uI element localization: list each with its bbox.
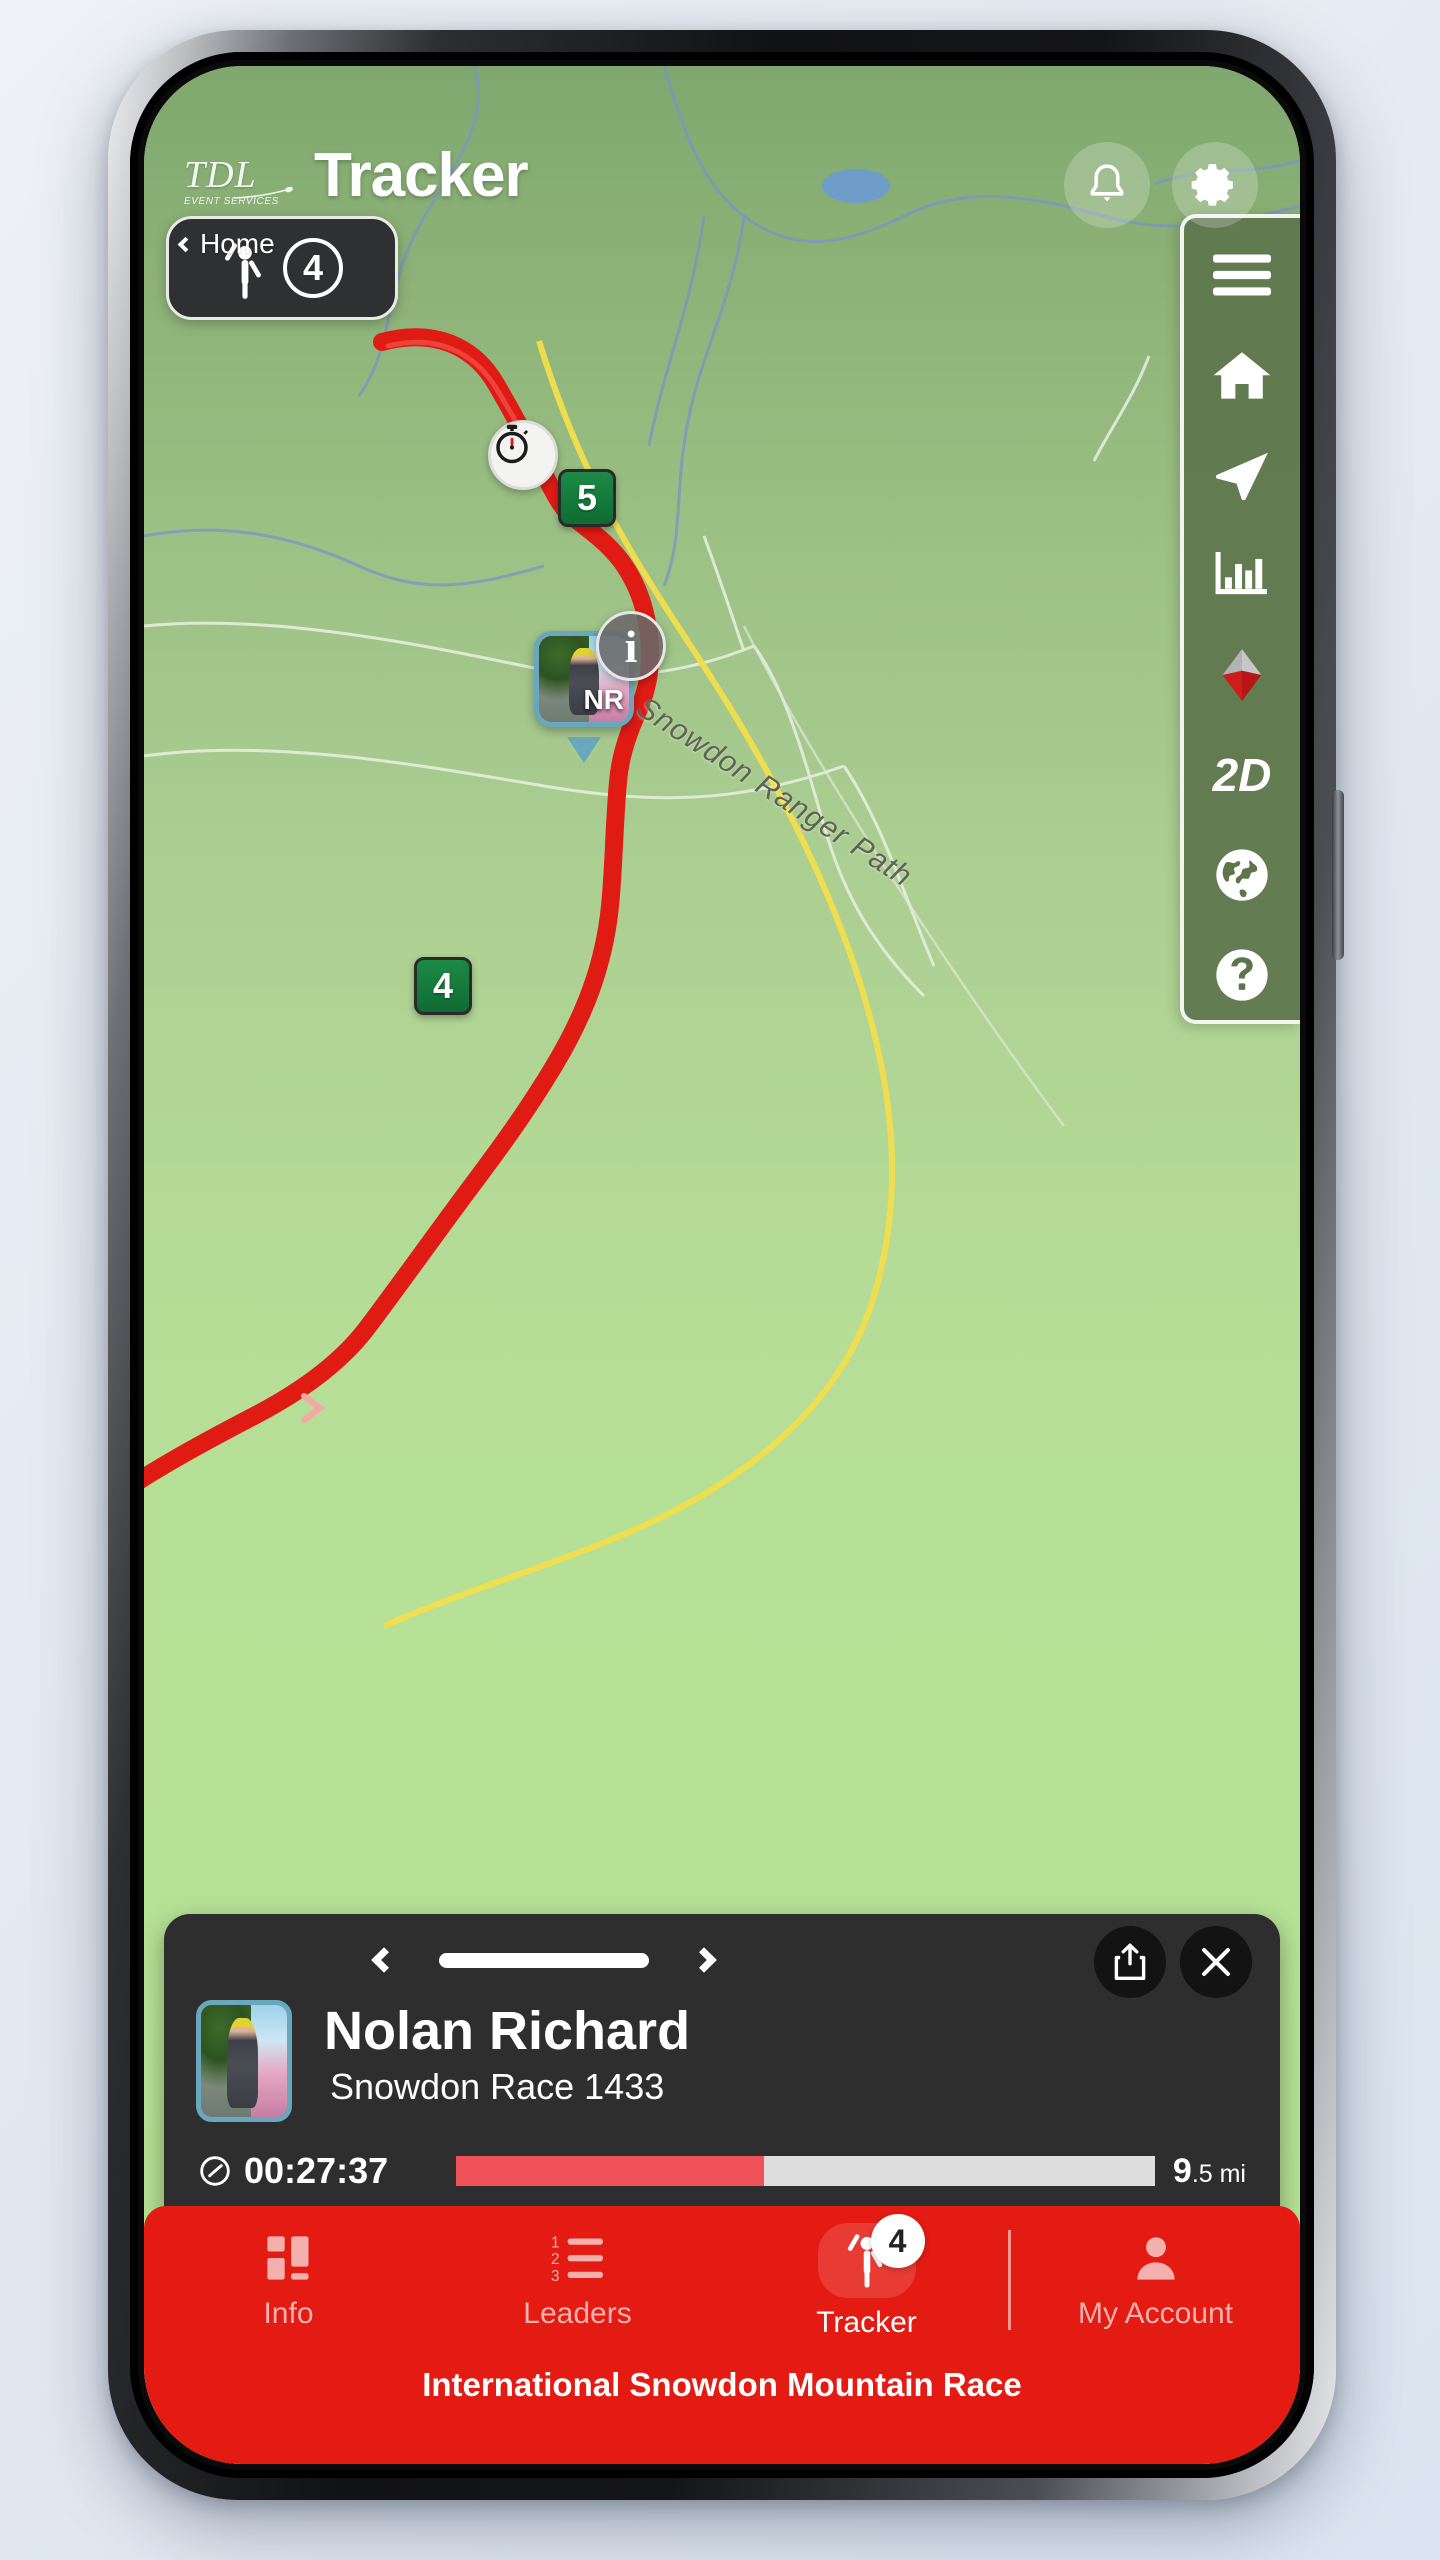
info-glyph: i [624, 620, 638, 672]
share-button[interactable] [1094, 1926, 1166, 1998]
map-tools-menu: 2D [1180, 214, 1300, 1024]
distance-number: 9 [1172, 2151, 1192, 2190]
nav-label-leaders: Leaders [523, 2296, 632, 2330]
event-footer: International Snowdon Mountain Race [144, 2352, 1300, 2464]
athlete-avatar[interactable] [196, 2000, 292, 2122]
nav-icon-wrap [263, 2232, 315, 2289]
elapsed-time-value: 00:27:37 [244, 2150, 389, 2191]
ranking-icon: 1 2 3 [551, 2234, 603, 2284]
race-progress-bar[interactable] [456, 2156, 1155, 2186]
logo-swoosh-icon [234, 186, 293, 199]
close-button[interactable] [1180, 1926, 1252, 1998]
nav-icon-wrap: 1 2 3 [551, 2232, 605, 2289]
compass-icon [1222, 649, 1262, 701]
share-icon [1114, 1943, 1146, 1981]
grid-icon [266, 2235, 308, 2280]
distance-value: 9.5 mi [1173, 2152, 1246, 2191]
help-icon [1216, 949, 1268, 1001]
card-navigation [164, 1932, 924, 1988]
nav-item-leaders[interactable]: 1 2 3 Leaders [433, 2206, 722, 2356]
view-mode-button[interactable]: 2D [1209, 746, 1275, 804]
gear-icon [1191, 164, 1233, 206]
chevron-left-icon[interactable] [371, 1947, 397, 1973]
nav-item-my-account[interactable]: My Account [1011, 2206, 1300, 2356]
view-mode-label: 2D [1212, 749, 1272, 801]
app-header: TDL EVENT SERVICES Tracker Home [144, 66, 1300, 276]
svg-text:2: 2 [551, 2251, 560, 2268]
compass-button[interactable] [1209, 646, 1275, 704]
event-name: International Snowdon Mountain Race [422, 2366, 1022, 2403]
svg-text:3: 3 [551, 2267, 560, 2283]
person-icon [1136, 2236, 1175, 2280]
close-icon [1202, 1948, 1230, 1976]
settings-button[interactable] [1172, 142, 1258, 228]
mile-marker[interactable]: 4 [414, 957, 472, 1015]
nav-icon-wrap [1130, 2232, 1182, 2289]
chart-icon [1215, 552, 1267, 595]
home-icon [1213, 352, 1271, 399]
card-actions [1094, 1926, 1252, 1998]
bottom-navigation: Info 1 2 3 Leaders 4 Tracker My Account [144, 2206, 1300, 2356]
back-home-label: Home [200, 228, 275, 259]
pin-tail [567, 737, 601, 763]
nav-label-my-account: My Account [1077, 2296, 1234, 2330]
nav-label-info: Info [263, 2296, 314, 2330]
route-direction-arrow [301, 1393, 325, 1423]
drag-handle[interactable] [439, 1952, 649, 1968]
globe-button[interactable] [1209, 846, 1275, 904]
athlete-race: Snowdon Race 1433 [330, 2066, 665, 2107]
mile-marker[interactable]: 5 [558, 469, 616, 527]
nav-label-tracker: Tracker [816, 2305, 917, 2339]
timing-point-marker[interactable] [488, 420, 558, 490]
tdl-logo[interactable]: TDL EVENT SERVICES [184, 156, 293, 216]
phone-side-button[interactable] [1332, 790, 1344, 960]
distance-unit: .5 mi [1191, 2159, 1246, 2188]
globe-icon [1216, 849, 1268, 901]
race-progress-fill [456, 2156, 764, 2186]
back-home-link[interactable]: Home [177, 228, 275, 260]
elapsed-time: 00:27:37 [198, 2150, 438, 2192]
stopwatch-icon [496, 424, 529, 464]
chevron-right-icon[interactable] [691, 1947, 717, 1973]
notifications-button[interactable] [1064, 142, 1150, 228]
header-actions [1064, 142, 1258, 228]
home-button[interactable] [1209, 346, 1275, 404]
runner-initials: NR [583, 684, 624, 715]
chevron-left-icon [177, 236, 194, 252]
svg-text:1: 1 [551, 2234, 560, 2251]
athlete-stats-row: 00:27:37 9.5 mi [164, 2144, 1280, 2198]
info-icon[interactable]: i [596, 611, 666, 681]
help-button[interactable] [1209, 946, 1275, 1004]
mile-marker-label: 4 [432, 965, 454, 1006]
bell-icon [1090, 164, 1124, 202]
phone-screen: 5 4 Snowdon Ranger Path NR i TDL EVENT S… [144, 66, 1300, 2464]
avatar-image [201, 2005, 287, 2117]
athlete-name: Nolan Richard [324, 2001, 691, 2061]
phone-frame: 5 4 Snowdon Ranger Path NR i TDL EVENT S… [108, 30, 1344, 2500]
stopwatch-icon [200, 2156, 230, 2186]
tracker-badge: 4 [870, 2214, 925, 2268]
stats-button[interactable] [1209, 546, 1275, 604]
page-title: Tracker [314, 141, 529, 210]
nav-item-info[interactable]: Info [144, 2206, 433, 2356]
athlete-detail-card: Nolan Richard Snowdon Race 1433 00:27:37… [164, 1914, 1280, 2234]
navigate-button[interactable] [1209, 446, 1275, 504]
nav-item-tracker[interactable]: 4 Tracker [722, 2206, 1011, 2356]
navigate-icon [1215, 452, 1268, 500]
mile-marker-label: 5 [576, 477, 598, 518]
